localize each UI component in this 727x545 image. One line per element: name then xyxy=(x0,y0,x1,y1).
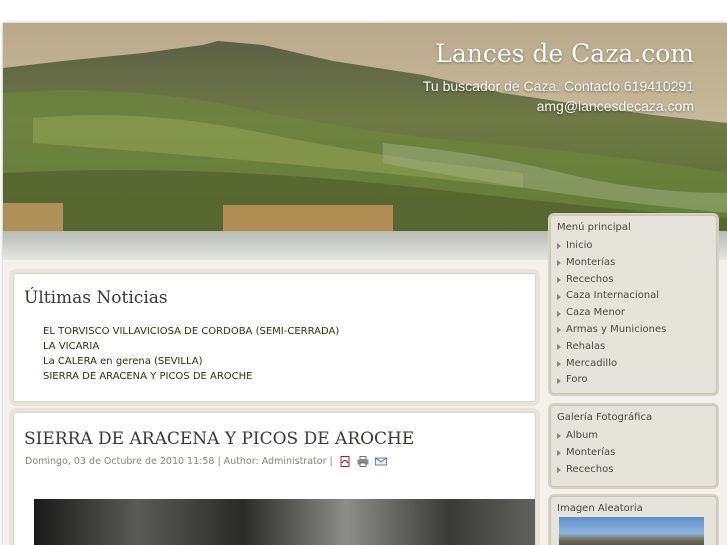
menu-item-caza-menor[interactable]: Caza Menor xyxy=(557,305,666,322)
article-meta: Domingo, 03 de Octubre de 2010 11:58 | A… xyxy=(25,456,387,467)
menu-item-monterias[interactable]: Monterías xyxy=(557,255,666,272)
photo-gallery-title: Galería Fotográfica xyxy=(557,412,653,423)
menu-item-rehalas[interactable]: Rehalas xyxy=(557,339,666,356)
arrow-right-icon xyxy=(557,377,561,384)
site-title[interactable]: Lances de Caza.com xyxy=(435,39,694,68)
menu-item-inicio[interactable]: Inicio xyxy=(557,238,666,255)
latest-news-title: Últimas Noticias xyxy=(24,288,168,308)
menu-item-label: Inicio xyxy=(566,240,593,251)
gallery-item-recechos[interactable]: Recechos xyxy=(557,462,615,479)
email-icon[interactable] xyxy=(374,456,387,467)
photo-gallery-list: Album Monterías Recechos xyxy=(557,428,615,478)
main-menu-title: Menú principal xyxy=(557,222,631,233)
menu-item-label: Caza Menor xyxy=(566,307,626,319)
article-box: SIERRA DE ARACENA Y PICOS DE AROCHE Domi… xyxy=(13,412,536,545)
news-item[interactable]: LA VICARIA xyxy=(43,339,339,354)
news-item[interactable]: EL TORVISCO VILLAVICIOSA DE CORDOBA (SEM… xyxy=(43,324,339,339)
latest-news-list: EL TORVISCO VILLAVICIOSA DE CORDOBA (SEM… xyxy=(43,324,339,384)
menu-item-mercadillo[interactable]: Mercadillo xyxy=(557,356,666,373)
arrow-right-icon xyxy=(557,243,561,250)
gallery-item-label: Monterías xyxy=(566,446,616,458)
pdf-icon[interactable] xyxy=(339,456,351,467)
arrow-right-icon xyxy=(557,260,561,267)
news-item[interactable]: SIERRA DE ARACENA Y PICOS DE AROCHE xyxy=(43,369,339,384)
page: Lances de Caza.com Tu buscador de Caza. … xyxy=(3,23,727,545)
arrow-right-icon xyxy=(557,466,561,473)
arrow-right-icon xyxy=(557,327,561,334)
random-image-photo[interactable] xyxy=(559,517,704,545)
main-menu-list: Inicio Monterías Recechos Caza Internaci… xyxy=(557,238,666,389)
arrow-right-icon xyxy=(557,450,561,457)
main-menu-module: Menú principal Inicio Monterías Recechos… xyxy=(550,215,717,394)
article-photo xyxy=(34,499,535,545)
menu-item-armas-municiones[interactable]: Armas y Municiones xyxy=(557,322,666,339)
menu-item-foro[interactable]: Foro xyxy=(557,372,666,389)
menu-item-label: Armas y Municiones xyxy=(566,323,667,335)
menu-item-caza-internacional[interactable]: Caza Internacional xyxy=(557,288,666,305)
arrow-right-icon xyxy=(557,344,561,351)
arrow-right-icon xyxy=(557,310,561,317)
gallery-item-monterias[interactable]: Monterías xyxy=(557,445,615,462)
latest-news-box: Últimas Noticias EL TORVISCO VILLAVICIOS… xyxy=(13,273,536,402)
article-title[interactable]: SIERRA DE ARACENA Y PICOS DE AROCHE xyxy=(24,429,414,449)
arrow-right-icon xyxy=(557,433,561,440)
menu-item-label: Recechos xyxy=(566,273,614,285)
arrow-right-icon xyxy=(557,276,561,283)
menu-item-label: Caza Internacional xyxy=(566,290,660,302)
gallery-item-label: Album xyxy=(566,430,599,441)
site-tagline: Tu buscador de Caza. Contacto 619410291 … xyxy=(422,78,694,114)
menu-item-label: Foro xyxy=(566,374,588,386)
article-meta-text: Domingo, 03 de Octubre de 2010 11:58 | A… xyxy=(25,456,333,467)
arrow-right-icon xyxy=(557,360,561,367)
random-image-title: Imagen Aleatoria xyxy=(557,503,643,514)
arrow-right-icon xyxy=(557,293,561,300)
gallery-item-album[interactable]: Album xyxy=(557,428,615,445)
menu-item-label: Mercadillo xyxy=(566,357,618,369)
gallery-item-label: Recechos xyxy=(566,463,614,475)
menu-item-recechos[interactable]: Recechos xyxy=(557,272,666,289)
menu-item-label: Rehalas xyxy=(566,340,606,352)
print-icon[interactable] xyxy=(357,456,369,467)
menu-item-label: Monterías xyxy=(566,256,616,268)
news-item[interactable]: La CALERA en gerena (SEVILLA) xyxy=(43,354,339,369)
random-image-module: Imagen Aleatoria xyxy=(550,496,717,545)
photo-gallery-module: Galería Fotográfica Album Monterías Rece… xyxy=(550,405,717,487)
